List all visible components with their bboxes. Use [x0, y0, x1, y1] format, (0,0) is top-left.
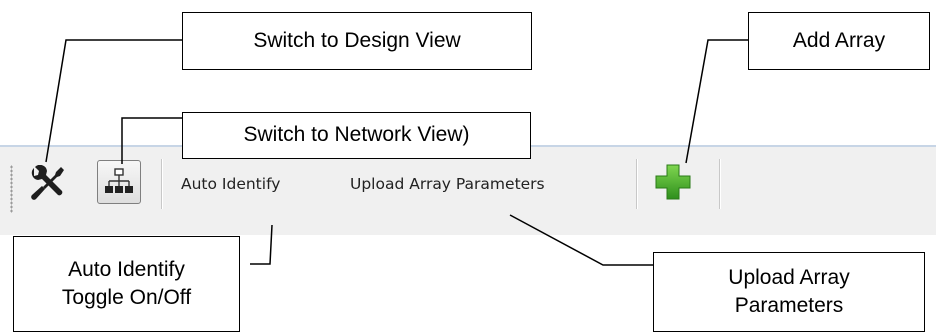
- callout-text-line1: Auto Identify: [68, 257, 185, 281]
- toolbar-grip[interactable]: [10, 165, 13, 213]
- network-view-button[interactable]: [97, 160, 141, 204]
- auto-identify-button[interactable]: Auto Identify: [181, 175, 280, 193]
- toolbar-separator: [719, 159, 720, 209]
- design-view-button[interactable]: [28, 164, 66, 203]
- wrench-screwdriver-icon: [31, 164, 64, 200]
- green-plus-icon: [655, 164, 691, 200]
- callout-text: Switch to Network View): [243, 123, 470, 147]
- callout-text-line1: Upload Array: [728, 265, 850, 289]
- callout-text: Add Array: [792, 28, 886, 52]
- add-array-button[interactable]: [652, 161, 694, 203]
- toolbar-separator: [161, 159, 162, 209]
- network-tree-icon: [105, 168, 133, 193]
- callout-text-line2: Toggle On/Off: [61, 286, 192, 309]
- callout-switch-to-design-view: Switch to Design View: [182, 12, 532, 70]
- callout-text: Switch to Design View: [253, 28, 461, 52]
- upload-array-parameters-button[interactable]: Upload Array Parameters: [350, 175, 545, 193]
- callout-upload-array-parameters: Upload Array Parameters: [653, 252, 925, 332]
- toolbar-separator: [636, 159, 637, 209]
- callout-auto-identify: Auto Identify Toggle On/Off: [13, 236, 240, 332]
- leader-design-view: [45, 39, 182, 163]
- callout-switch-to-network-view: Switch to Network View): [182, 112, 531, 159]
- callout-text-line2: Parameters: [734, 294, 844, 317]
- callout-add-array: Add Array: [748, 12, 930, 70]
